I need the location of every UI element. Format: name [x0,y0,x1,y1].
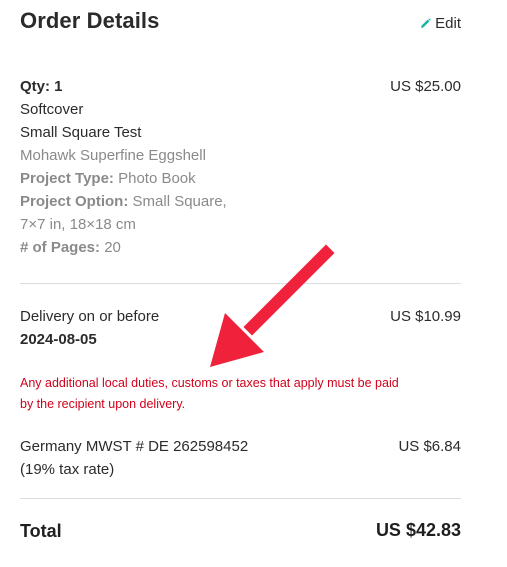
project-type-value: Photo Book [118,170,196,187]
edit-label: Edit [435,15,461,32]
divider [20,283,461,284]
duties-notice-line: Any additional local duties, customs or … [20,376,399,390]
project-option-value: Small Square, [132,193,227,210]
total-value: US $42.83 [375,520,461,540]
item-project-option: Project Option: Small Square, [20,190,461,213]
item-project-type: Project Type: Photo Book [20,167,461,190]
item-cover: Softcover [20,101,84,118]
order-item: Qty: 1 US $25.00 Softcover Small Square … [20,75,461,259]
tax-label: Germany MWST # DE 262598452 [20,438,249,455]
project-option-label: Project Option: [20,193,129,210]
pages-value: 20 [104,239,121,256]
item-pages: # of Pages: 20 [20,236,461,259]
page-title: Order Details [20,8,160,33]
pages-label: # of Pages: [20,239,101,256]
project-type-label: Project Type: [20,170,114,187]
duties-notice: Any additional local duties, customs or … [20,373,460,415]
item-name: Small Square Test [20,124,142,141]
item-price: US $25.00 [390,78,461,95]
tax-price: US $6.84 [398,438,461,455]
tax-section: Germany MWST # DE 262598452 (19% tax rat… [20,435,461,481]
delivery-price: US $10.99 [390,308,461,325]
duties-notice-line: by the recipient upon delivery. [20,397,186,411]
edit-button[interactable]: Edit [420,15,461,32]
total-label: Total [20,521,62,541]
pencil-icon [420,18,431,29]
tax-rate: (19% tax rate) [20,461,115,478]
project-option-value-cont: 7×7 in, 18×18 cm [20,216,136,233]
delivery-section: Delivery on or before 2024-08-05 US $10.… [20,305,461,351]
divider [20,498,461,499]
item-paper: Mohawk Superfine Eggshell [20,147,206,164]
delivery-date: 2024-08-05 [20,331,97,348]
